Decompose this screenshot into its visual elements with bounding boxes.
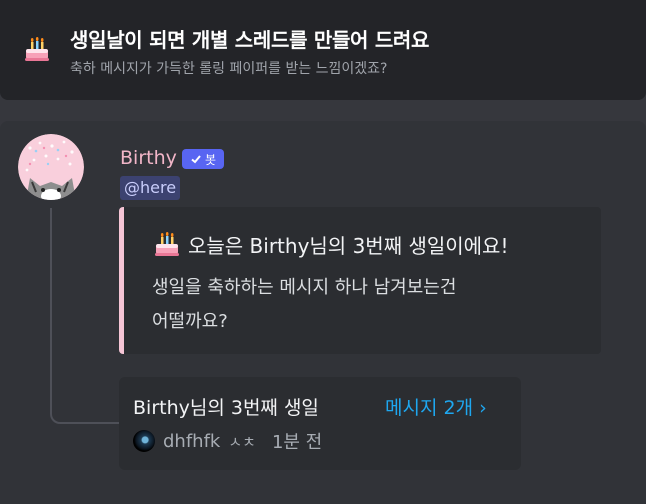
bot-badge: 봇 xyxy=(182,149,224,169)
birthday-cake-icon xyxy=(25,37,49,61)
thread-name[interactable]: Birthy님의 3번째 생일 xyxy=(133,393,319,420)
embed-description-line: 생일을 축하하는 메시지 하나 남겨보는건 xyxy=(152,277,457,298)
bot-badge-label: 봇 xyxy=(204,152,217,167)
header-title: 생일날이 되면 개별 스레드를 만들어 드려요 xyxy=(70,28,430,52)
embed-description-line: 어떨까요? xyxy=(152,311,228,332)
checkmark-icon xyxy=(191,155,201,164)
feature-header: 생일날이 되면 개별 스레드를 만들어 드려요 축하 메시지가 가득한 롤링 페… xyxy=(0,0,646,100)
embed-title: 오늘은 Birthy님의 3번째 생일이에요! xyxy=(152,229,508,259)
author-name[interactable]: Birthy xyxy=(120,147,177,169)
birthday-embed: 오늘은 Birthy님의 3번째 생일이에요! 생일을 축하하는 메시지 하나 … xyxy=(119,207,601,354)
thread-message-count-link[interactable]: 메시지 2개 › xyxy=(385,393,487,420)
bot-avatar[interactable] xyxy=(18,134,84,200)
embed-title-text: 오늘은 Birthy님의 3번째 생일이에요! xyxy=(188,233,509,258)
last-message-preview: ㅅㅊ xyxy=(228,432,256,451)
header-subtitle: 축하 메시지가 가득한 롤링 페이퍼를 받는 느낌이겠죠? xyxy=(70,61,388,77)
user-avatar xyxy=(133,430,155,452)
birthday-cake-icon xyxy=(155,232,179,256)
here-mention[interactable]: @here xyxy=(120,176,181,200)
last-message-author: dhfhfk xyxy=(163,430,221,452)
thread-connector-line xyxy=(50,208,120,424)
thread-card[interactable]: Birthy님의 3번째 생일 메시지 2개 › dhfhfk ㅅㅊ 1분 전 xyxy=(119,377,521,470)
embed-description: 생일을 축하하는 메시지 하나 남겨보는건 어떨까요? xyxy=(152,271,572,339)
last-message-time: 1분 전 xyxy=(271,432,323,453)
thread-last-message: dhfhfk ㅅㅊ 1분 전 xyxy=(133,429,322,453)
